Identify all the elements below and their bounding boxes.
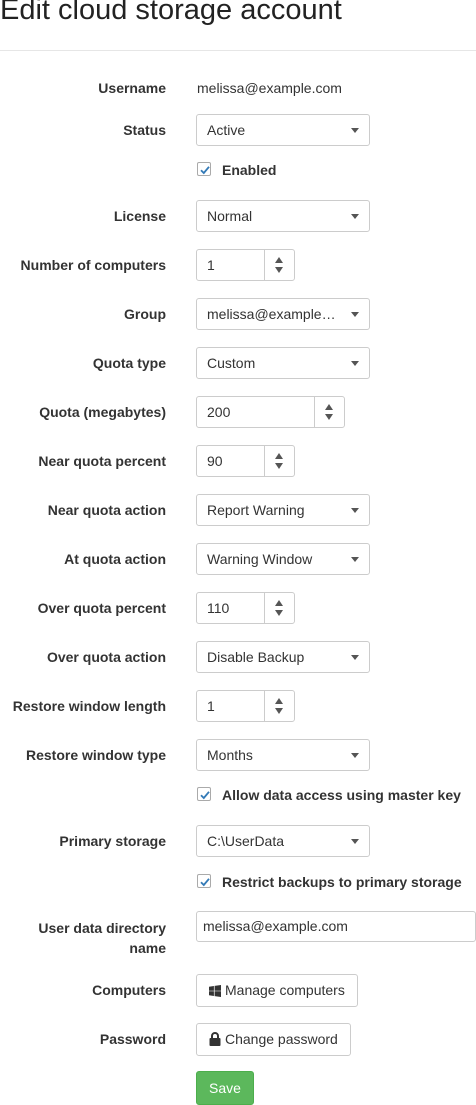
num-computers-label: Number of computers: [20, 257, 166, 273]
group-label: Group: [124, 306, 166, 322]
quota-mb-value: 200: [207, 404, 231, 420]
status-label: Status: [123, 122, 166, 138]
windows-icon: [209, 977, 221, 1008]
enabled-checkbox[interactable]: [197, 162, 211, 176]
change-password-button[interactable]: Change password: [196, 1023, 351, 1056]
manage-computers-label: Manage computers: [225, 982, 345, 998]
restore-window-type-select[interactable]: Months: [196, 739, 370, 771]
num-computers-value: 1: [207, 257, 215, 273]
status-select-value: Active: [207, 122, 246, 138]
username-value: melissa@example.com: [197, 80, 342, 96]
quota-type-select[interactable]: Custom: [196, 347, 370, 379]
user-data-dir-label: User data directory name: [0, 918, 166, 958]
lock-icon: [209, 1026, 221, 1057]
user-data-dir-value: melissa@example.com: [203, 918, 348, 934]
user-data-dir-label-line1: User data directory: [38, 920, 166, 936]
user-data-dir-input[interactable]: melissa@example.com: [196, 911, 476, 942]
primary-storage-select[interactable]: C:\UserData: [196, 825, 370, 857]
license-select[interactable]: Normal: [196, 200, 370, 232]
over-quota-action-label: Over quota action: [46, 649, 166, 665]
chevron-down-icon: [351, 312, 359, 317]
username-label: Username: [98, 80, 166, 96]
chevron-down-icon: [351, 508, 359, 513]
change-password-label: Change password: [225, 1031, 338, 1047]
spin-down-icon[interactable]: [275, 267, 283, 273]
quota-mb-stepper[interactable]: 200: [196, 396, 345, 428]
spinner-buttons[interactable]: [264, 250, 294, 280]
allow-master-key-label: Allow data access using master key: [222, 787, 461, 803]
over-quota-action-value: Disable Backup: [207, 649, 305, 665]
password-label: Password: [99, 1031, 166, 1047]
chevron-down-icon: [351, 839, 359, 844]
spin-down-icon[interactable]: [275, 610, 283, 616]
spin-down-icon[interactable]: [275, 708, 283, 714]
restore-window-length-stepper[interactable]: 1: [196, 690, 295, 722]
spinner-buttons[interactable]: [264, 446, 294, 476]
at-quota-action-value: Warning Window: [207, 551, 313, 567]
computers-label: Computers: [92, 982, 166, 998]
quota-type-select-value: Custom: [207, 355, 256, 371]
spin-up-icon[interactable]: [275, 600, 283, 606]
spin-up-icon[interactable]: [325, 404, 333, 410]
quota-mb-label: Quota (megabytes): [39, 404, 166, 420]
save-button[interactable]: Save: [196, 1071, 254, 1105]
check-icon: [200, 166, 210, 175]
status-select[interactable]: Active: [196, 114, 370, 146]
restore-window-length-value: 1: [207, 698, 215, 714]
at-quota-action-select[interactable]: Warning Window: [196, 543, 370, 575]
user-data-dir-label-line2: name: [129, 940, 166, 956]
page-title: Edit cloud storage account: [0, 0, 342, 26]
near-quota-action-label: Near quota action: [47, 502, 166, 518]
spin-up-icon[interactable]: [275, 257, 283, 263]
spinner-buttons[interactable]: [264, 691, 294, 721]
chevron-down-icon: [351, 557, 359, 562]
restore-window-type-label: Restore window type: [25, 747, 166, 763]
check-icon: [200, 878, 210, 887]
chevron-down-icon: [351, 214, 359, 219]
over-quota-percent-stepper[interactable]: 110: [196, 592, 295, 624]
over-quota-percent-label: Over quota percent: [37, 600, 166, 616]
near-quota-action-select[interactable]: Report Warning: [196, 494, 370, 526]
spin-up-icon[interactable]: [275, 698, 283, 704]
license-select-value: Normal: [207, 208, 253, 224]
spin-up-icon[interactable]: [275, 453, 283, 459]
quota-type-label: Quota type: [92, 355, 166, 371]
header-divider: [0, 50, 476, 51]
spinner-buttons[interactable]: [314, 397, 344, 427]
manage-computers-button[interactable]: Manage computers: [196, 974, 358, 1007]
chevron-down-icon: [351, 128, 359, 133]
spin-down-icon[interactable]: [275, 463, 283, 469]
restrict-primary-checkbox[interactable]: [197, 874, 211, 888]
allow-master-key-checkbox[interactable]: [197, 787, 211, 801]
chevron-down-icon: [351, 655, 359, 660]
spin-down-icon[interactable]: [325, 414, 333, 420]
num-computers-stepper[interactable]: 1: [196, 249, 295, 281]
near-quota-percent-value: 90: [207, 453, 223, 469]
enabled-label: Enabled: [222, 162, 277, 178]
near-quota-percent-stepper[interactable]: 90: [196, 445, 295, 477]
restore-window-type-value: Months: [207, 747, 253, 763]
over-quota-action-select[interactable]: Disable Backup: [196, 641, 370, 673]
check-icon: [200, 791, 210, 800]
near-quota-percent-label: Near quota percent: [38, 453, 166, 469]
at-quota-action-label: At quota action: [64, 551, 166, 567]
primary-storage-value: C:\UserData: [207, 833, 285, 849]
spinner-buttons[interactable]: [264, 593, 294, 623]
chevron-down-icon: [351, 361, 359, 366]
over-quota-percent-value: 110: [207, 600, 230, 616]
restrict-primary-label: Restrict backups to primary storage: [222, 874, 462, 890]
restore-window-length-label: Restore window length: [12, 698, 166, 714]
primary-storage-label: Primary storage: [59, 833, 166, 849]
chevron-down-icon: [351, 753, 359, 758]
group-select-value: melissa@example.com: [207, 306, 337, 322]
near-quota-action-value: Report Warning: [207, 502, 305, 518]
license-label: License: [113, 208, 166, 224]
group-select[interactable]: melissa@example.com: [196, 298, 370, 330]
